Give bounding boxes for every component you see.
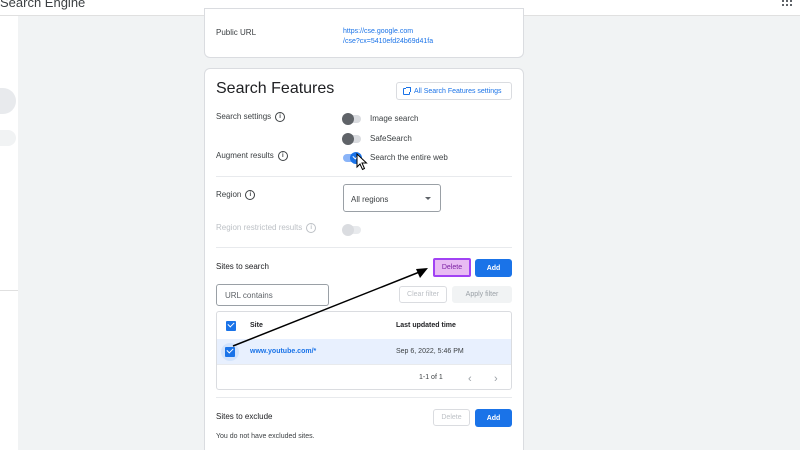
divider	[216, 176, 512, 177]
search-features-card: Search Features All Search Features sett…	[204, 68, 524, 450]
search-settings-text: Search settings	[216, 112, 272, 122]
region-value: All regions	[351, 195, 389, 204]
info-icon[interactable]: i	[277, 151, 288, 161]
apps-grid-icon[interactable]	[782, 0, 792, 6]
region-select[interactable]: All regions	[343, 184, 441, 212]
region-label: Region i	[216, 190, 256, 200]
dropdown-caret-icon	[425, 197, 431, 200]
chevron-right-icon: ›	[494, 373, 498, 385]
open-in-new-icon	[403, 86, 411, 95]
mouse-cursor-icon	[356, 153, 368, 171]
table-row[interactable]: www.youtube.com/* Sep 6, 2022, 5:46 PM	[217, 339, 511, 364]
toggle-knob	[342, 113, 354, 125]
divider	[216, 247, 512, 248]
section-title: Search Features	[216, 80, 335, 97]
augment-results-label: Augment results i	[216, 151, 288, 161]
no-excluded-sites-message: You do not have excluded sites.	[216, 433, 315, 440]
url-filter-input[interactable]: URL contains	[216, 284, 329, 306]
table-header: Site Last updated time	[217, 312, 511, 339]
divider	[216, 397, 512, 398]
site-link[interactable]: www.youtube.com/*	[250, 348, 316, 355]
clear-filter-button: Clear filter	[399, 286, 447, 303]
app-title: Search Engine	[0, 0, 86, 10]
search-settings-label: Search settings i	[216, 112, 286, 122]
sidebar-item[interactable]	[0, 130, 16, 146]
region-restricted-toggle	[342, 224, 361, 236]
augment-results-text: Augment results	[216, 151, 274, 161]
region-text: Region	[216, 190, 242, 200]
region-restricted-text: Region restricted results	[216, 223, 303, 233]
toggle-knob	[342, 133, 354, 145]
table-pagination: 1-1 of 1 ‹ ›	[217, 364, 511, 389]
sidebar-divider	[0, 290, 18, 291]
info-icon: i	[306, 223, 317, 233]
left-sidebar	[0, 16, 18, 450]
sites-to-search-label: Sites to search	[216, 262, 269, 271]
info-icon[interactable]: i	[275, 112, 286, 122]
public-url-link[interactable]: https://cse.google.com /cse?cx=5410efd24…	[343, 27, 433, 47]
safesearch-toggle[interactable]	[342, 133, 361, 145]
sites-table: Site Last updated time www.youtube.com/*…	[216, 311, 512, 390]
image-search-label: Image search	[370, 114, 419, 123]
apply-filter-button: Apply filter	[452, 286, 512, 303]
toggle-knob	[342, 224, 354, 236]
public-url-label: Public URL	[216, 28, 257, 37]
row-checkbox[interactable]	[225, 347, 235, 357]
region-restricted-label: Region restricted results i	[216, 223, 317, 233]
overview-card: Public URL https://cse.google.com /cse?c…	[204, 8, 524, 58]
all-search-features-settings-button[interactable]: All Search Features settings	[396, 82, 512, 100]
delete-excluded-button: Delete	[433, 409, 470, 426]
pagination-range: 1-1 of 1	[419, 374, 443, 381]
sidebar-item-active[interactable]	[0, 88, 16, 114]
safesearch-label: SafeSearch	[370, 134, 412, 143]
delete-site-button[interactable]: Delete	[433, 258, 471, 277]
public-url-line2: /cse?cx=5410efd24b69d41fa	[343, 38, 434, 45]
public-url-line1: https://cse.google.com	[343, 28, 414, 35]
chevron-left-icon: ‹	[468, 373, 472, 385]
search-entire-web-label: Search the entire web	[370, 153, 448, 162]
sites-to-exclude-label: Sites to exclude	[216, 412, 273, 421]
select-all-checkbox[interactable]	[226, 321, 236, 331]
column-last-updated: Last updated time	[396, 322, 456, 329]
add-excluded-button[interactable]: Add	[475, 409, 512, 427]
all-settings-label: All Search Features settings	[414, 87, 502, 95]
column-site: Site	[250, 322, 263, 329]
add-site-button[interactable]: Add	[475, 259, 512, 277]
site-updated-time: Sep 6, 2022, 5:46 PM	[396, 348, 464, 355]
info-icon[interactable]: i	[245, 190, 256, 200]
image-search-toggle[interactable]	[342, 113, 361, 125]
